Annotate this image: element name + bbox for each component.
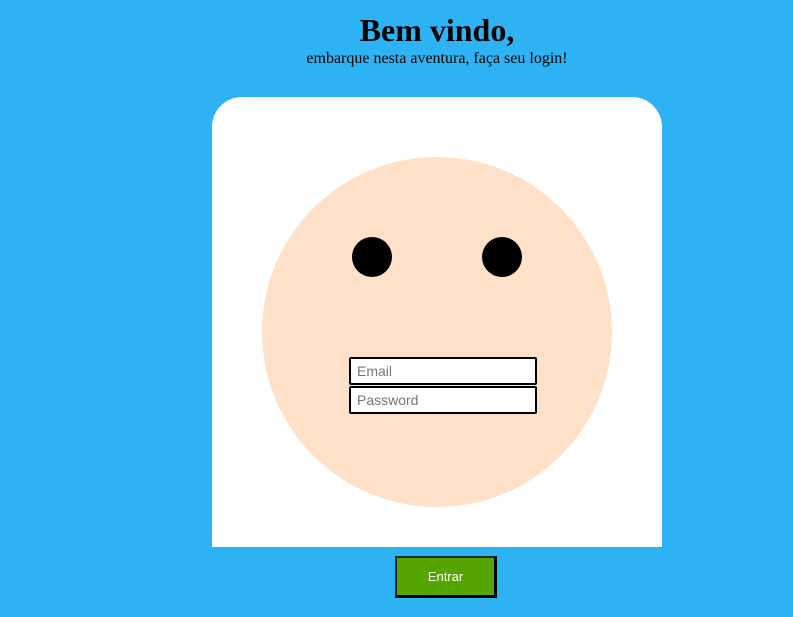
page-subtitle: embarque nesta aventura, faça seu login! [306, 50, 568, 67]
left-eye [352, 237, 392, 277]
smiley-face [262, 157, 612, 507]
password-field[interactable] [349, 386, 537, 414]
right-eye [482, 237, 522, 277]
page-title: Bem vindo, [359, 12, 515, 48]
email-field[interactable] [349, 357, 537, 385]
login-button[interactable]: Entrar [395, 556, 497, 598]
login-card [212, 97, 662, 547]
